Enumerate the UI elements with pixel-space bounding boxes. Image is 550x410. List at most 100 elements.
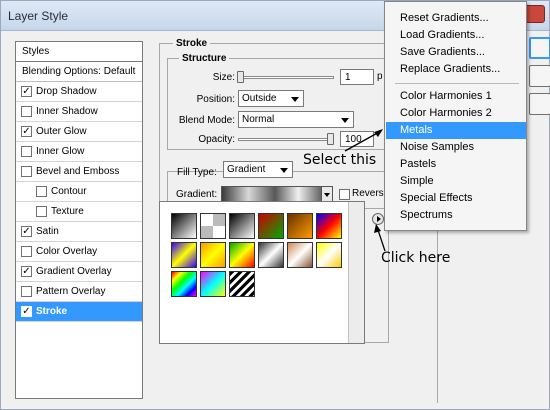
style-item[interactable]: Inner Glow [16,142,142,162]
blend-mode-label: Blend Mode: [178,115,235,126]
style-checkbox[interactable] [21,286,32,297]
arrow-annotation-click [374,224,386,252]
position-label: Position: [196,94,235,105]
style-item[interactable]: ✓ Stroke [16,302,142,322]
reverse-checkbox[interactable] [339,189,350,200]
position-select-value: Outside [242,93,277,104]
style-checkbox[interactable]: ✓ [21,226,32,237]
blend-mode-select-value: Normal [242,114,275,125]
gradient-swatch[interactable] [200,213,226,239]
position-select[interactable]: Outside [238,90,304,107]
gradient-swatch[interactable] [287,242,313,268]
ok-button[interactable] [529,37,550,59]
gradient-swatch[interactable] [171,213,197,239]
menu-item[interactable]: Reset Gradients... [386,10,526,27]
cancel-button[interactable] [529,65,550,87]
style-item[interactable]: Inner Shadow [16,102,142,122]
style-item[interactable]: Texture [16,202,142,222]
picker-scrollbar[interactable] [348,202,364,343]
menu-item[interactable]: Replace Gradients... [386,61,526,78]
new-style-button[interactable] [529,93,550,115]
layer-style-dialog: Layer Style Styles Blending Options: Def… [0,0,550,410]
style-checkbox[interactable]: ✓ [21,126,32,137]
style-checkbox[interactable]: ✓ [21,306,32,317]
style-item[interactable]: ✓ Drop Shadow [16,82,142,102]
fill-type-select-value: Gradient [227,164,266,175]
opacity-slider[interactable] [238,138,334,141]
gradient-swatch[interactable] [316,213,342,239]
style-item-label: Outer Glow [36,126,87,137]
gradient-swatch[interactable] [229,271,255,297]
menu-item[interactable]: Pastels [386,156,526,173]
style-item-label: Pattern Overlay [36,286,106,297]
gradient-swatch[interactable] [171,242,197,268]
structure-group-title: Structure [179,53,230,64]
size-slider[interactable] [238,76,334,79]
style-item[interactable]: ✓ Outer Glow [16,122,142,142]
style-checkbox[interactable] [36,186,47,197]
menu-item[interactable]: Special Effects [386,190,526,207]
menu-item[interactable]: Simple [386,173,526,190]
style-checkbox[interactable] [21,246,32,257]
opacity-label: Opacity: [198,134,235,145]
gradient-swatch[interactable] [229,213,255,239]
blending-options-item[interactable]: Blending Options: Default [16,62,142,82]
gradient-swatch[interactable] [200,271,226,297]
gradient-swatch[interactable] [287,213,313,239]
style-item[interactable]: Color Overlay [16,242,142,262]
style-item-label: Drop Shadow [36,86,97,97]
style-checkbox[interactable] [21,146,32,157]
menu-item[interactable]: Save Gradients... [386,44,526,61]
click-here-annotation: Click here [381,250,451,266]
window-title: Layer Style [8,9,69,23]
style-item[interactable]: Bevel and Emboss [16,162,142,182]
style-item[interactable]: Contour [16,182,142,202]
style-item-label: Inner Glow [36,146,85,157]
menu-item[interactable]: Metals [386,122,526,139]
size-unit: p [377,71,383,82]
blend-mode-select[interactable]: Normal [238,111,354,128]
style-checkbox[interactable]: ✓ [21,86,32,97]
style-item[interactable]: ✓ Satin [16,222,142,242]
style-checkbox[interactable] [21,106,32,117]
gradient-swatch[interactable] [200,242,226,268]
gradient-options-menu: Reset Gradients... Load Gradients... Save … [384,1,527,231]
size-slider-thumb[interactable] [237,71,244,83]
size-input[interactable]: 1 [340,69,374,85]
menu-item[interactable]: Load Gradients... [386,27,526,44]
fill-type-select[interactable]: Gradient [223,161,293,178]
arrow-annotation-select [344,129,383,152]
chevron-down-icon [280,168,288,173]
opacity-slider-thumb[interactable] [327,133,334,145]
style-checkbox[interactable] [21,166,32,177]
menu-item[interactable]: Color Harmonies 2 [386,105,526,122]
style-item-label: Gradient Overlay [36,266,112,277]
styles-list: Styles Blending Options: Default ✓ Drop S… [15,41,143,399]
gradient-swatch[interactable] [316,242,342,268]
style-item[interactable]: ✓ Gradient Overlay [16,262,142,282]
gradient-swatch[interactable] [258,242,284,268]
menu-separator [395,83,519,84]
style-item-label: Bevel and Emboss [36,166,120,177]
style-checkbox[interactable] [36,206,47,217]
style-item-label: Stroke [36,306,68,317]
style-item-label: Texture [51,206,84,217]
style-item-label: Satin [36,226,59,237]
style-item-label: Inner Shadow [36,106,98,117]
gradient-label: Gradient: [176,189,218,200]
stroke-group-title: Stroke [173,38,211,49]
style-item-label: Contour [51,186,87,197]
gradient-swatch[interactable] [258,213,284,239]
gradient-swatch[interactable] [229,242,255,268]
menu-item[interactable]: Spectrums [386,207,526,224]
menu-item[interactable]: Noise Samples [386,139,526,156]
chevron-down-icon [291,97,299,102]
gradient-swatch[interactable] [171,271,197,297]
size-label: Size: [212,72,235,83]
fill-type-label: Fill Type: [177,167,217,178]
menu-item[interactable]: Color Harmonies 1 [386,88,526,105]
style-checkbox[interactable]: ✓ [21,266,32,277]
style-item-label: Color Overlay [36,246,98,257]
style-item[interactable]: Pattern Overlay [16,282,142,302]
styles-header[interactable]: Styles [16,42,142,62]
